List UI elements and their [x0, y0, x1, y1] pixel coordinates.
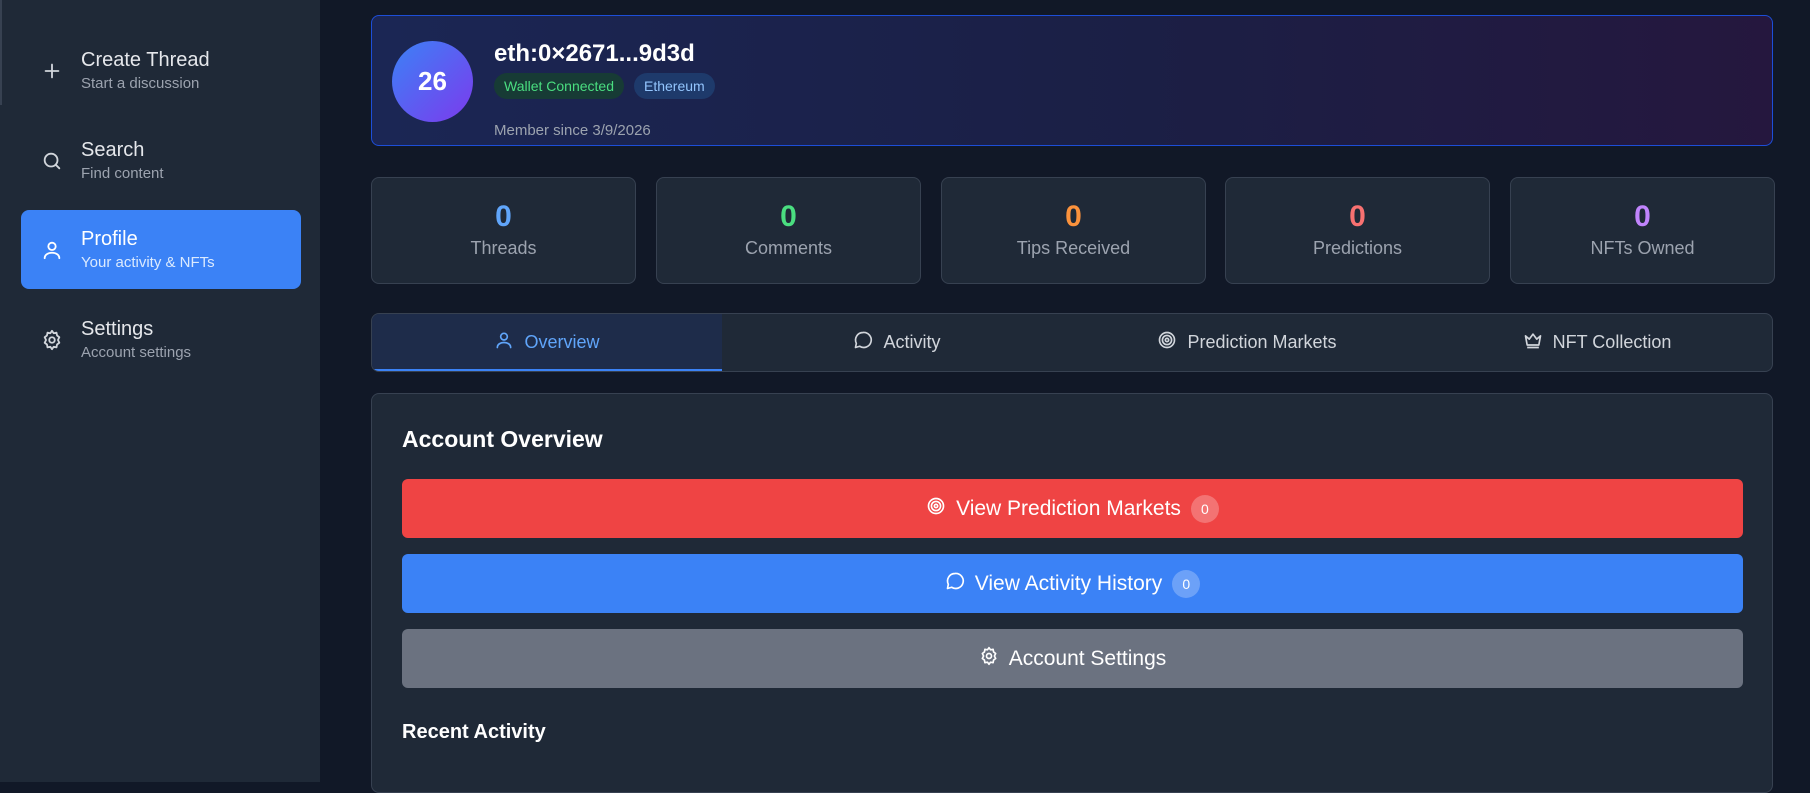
- account-settings-button[interactable]: Account Settings: [402, 629, 1743, 688]
- gear-icon: [40, 328, 64, 352]
- user-icon: [40, 238, 64, 262]
- stat-value: 0: [1065, 200, 1082, 233]
- button-label: View Prediction Markets: [956, 496, 1181, 520]
- view-activity-history-button[interactable]: View Activity History 0: [402, 554, 1743, 613]
- sidebar-item-create-thread[interactable]: Create Thread Start a discussion: [21, 31, 301, 110]
- sidebar-divider: [0, 0, 2, 105]
- sidebar-item-subtitle: Find content: [81, 164, 164, 182]
- sidebar-item-label: Settings: [81, 317, 154, 340]
- recent-activity-heading: Recent Activity: [402, 721, 546, 743]
- tab-overview[interactable]: Overview: [372, 314, 722, 371]
- wallet-address: eth:0×2671...9d3d: [494, 40, 695, 67]
- button-label: View Activity History: [974, 571, 1163, 595]
- member-since: Member since 3/9/2026: [494, 122, 651, 139]
- wallet-connected-badge: Wallet Connected: [494, 73, 624, 99]
- count-badge: 0: [1172, 569, 1201, 598]
- stat-label: Tips Received: [1016, 238, 1131, 258]
- stat-value: 0: [495, 200, 512, 233]
- sidebar-item-subtitle: Your activity & NFTs: [81, 253, 215, 271]
- sidebar-item-search[interactable]: Search Find content: [21, 121, 301, 200]
- chain-badge: Ethereum: [633, 73, 715, 99]
- sidebar-item-subtitle: Account settings: [81, 343, 192, 361]
- stat-label: Predictions: [1312, 238, 1403, 258]
- avatar: 26: [392, 41, 473, 122]
- crown-icon: [1523, 330, 1543, 355]
- user-icon: [494, 330, 514, 355]
- sidebar-item-subtitle: Start a discussion: [81, 74, 200, 92]
- stat-predictions: 0 Predictions: [1225, 177, 1490, 284]
- tab-label: NFT Collection: [1552, 332, 1672, 352]
- stat-tips-received: 0 Tips Received: [941, 177, 1206, 284]
- stat-nfts-owned: 0 NFTs Owned: [1510, 177, 1775, 284]
- message-icon: [853, 330, 873, 355]
- stat-label: Threads: [470, 238, 537, 258]
- search-icon: [40, 149, 64, 173]
- stat-value: 0: [1634, 200, 1651, 233]
- stat-threads: 0 Threads: [371, 177, 636, 284]
- main-content: 26 eth:0×2671...9d3d Wallet Connected Et…: [321, 0, 1810, 793]
- gear-icon: [979, 646, 999, 672]
- view-prediction-markets-button[interactable]: View Prediction Markets 0: [402, 479, 1743, 538]
- panel-title: Account Overview: [402, 426, 603, 452]
- button-label: Account Settings: [1008, 646, 1167, 670]
- stat-label: Comments: [744, 238, 833, 258]
- target-icon: [926, 496, 946, 522]
- sidebar-item-profile[interactable]: Profile Your activity & NFTs: [21, 210, 301, 289]
- message-icon: [945, 571, 965, 597]
- sidebar-item-label: Profile: [81, 227, 138, 250]
- tab-activity[interactable]: Activity: [722, 314, 1072, 371]
- target-icon: [1157, 330, 1177, 355]
- tab-label: Overview: [524, 332, 600, 352]
- sidebar-item-label: Search: [81, 138, 145, 161]
- tab-label: Activity: [883, 332, 941, 352]
- sidebar-item-settings[interactable]: Settings Account settings: [21, 300, 301, 379]
- stat-value: 0: [780, 200, 797, 233]
- tab-label: Prediction Markets: [1187, 332, 1337, 352]
- profile-header: 26 eth:0×2671...9d3d Wallet Connected Et…: [371, 15, 1773, 146]
- tab-prediction-markets[interactable]: Prediction Markets: [1072, 314, 1422, 371]
- sidebar: Create Thread Start a discussion Search …: [0, 0, 320, 782]
- stat-comments: 0 Comments: [656, 177, 921, 284]
- count-badge: 0: [1190, 494, 1219, 523]
- sidebar-item-label: Create Thread: [81, 48, 210, 71]
- stat-value: 0: [1349, 200, 1366, 233]
- profile-tabs: Overview Activity Prediction Markets NFT…: [371, 313, 1773, 372]
- overview-panel: Account Overview View Prediction Markets…: [371, 393, 1773, 793]
- plus-icon: [40, 59, 64, 83]
- stat-label: NFTs Owned: [1590, 238, 1695, 258]
- tab-nft-collection[interactable]: NFT Collection: [1422, 314, 1772, 371]
